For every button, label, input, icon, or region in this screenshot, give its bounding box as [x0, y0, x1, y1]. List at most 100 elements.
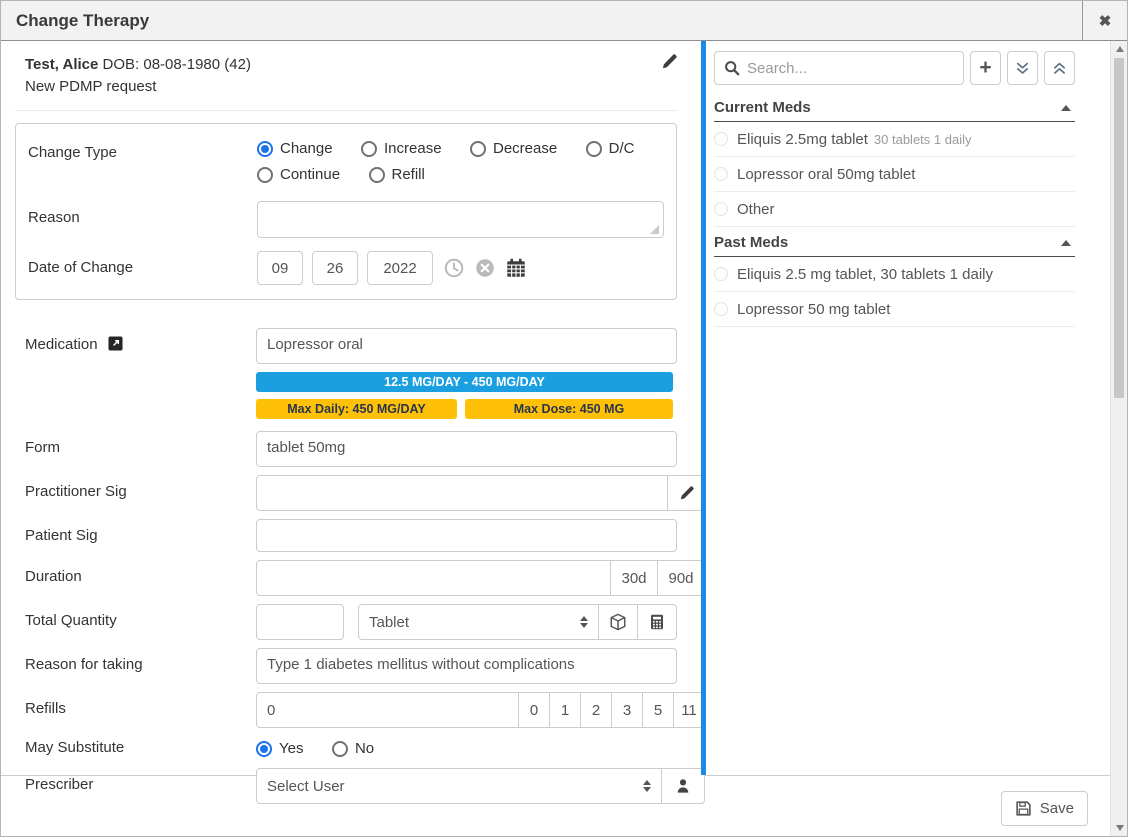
- search-box[interactable]: [714, 51, 964, 85]
- total-quantity-input[interactable]: [256, 604, 344, 640]
- radio-increase[interactable]: Increase: [361, 136, 442, 162]
- duration-label: Duration: [25, 560, 256, 585]
- patient-sig-label: Patient Sig: [25, 519, 256, 544]
- section-header-current-meds[interactable]: Current Meds: [714, 92, 1075, 122]
- med-item-other[interactable]: Other: [714, 192, 1075, 227]
- new-pdmp-request-link[interactable]: New PDMP request: [25, 76, 251, 98]
- med-radio-icon: [714, 167, 728, 181]
- refills-label: Refills: [25, 692, 256, 717]
- reason-for-taking-textarea[interactable]: Type 1 diabetes mellitus without complic…: [256, 648, 677, 684]
- sidebar-toolbar: +: [714, 51, 1091, 85]
- radio-dc[interactable]: D/C: [586, 136, 635, 162]
- duration-input[interactable]: [256, 560, 611, 596]
- prescriber-label: Prescriber: [25, 768, 256, 793]
- radio-continue[interactable]: Continue: [257, 162, 340, 188]
- med-radio-icon: [714, 132, 728, 146]
- caret-down-icon: [1116, 825, 1124, 831]
- vertical-scrollbar[interactable]: [1110, 41, 1127, 836]
- date-year-input[interactable]: [367, 251, 433, 285]
- radio-substitute-no[interactable]: No: [332, 736, 374, 762]
- caret-up-icon: [1061, 240, 1071, 246]
- date-of-change-row: Date of Change: [28, 251, 664, 285]
- quantity-unit-value: Tablet: [369, 614, 409, 631]
- reason-row: Reason: [28, 201, 664, 238]
- radio-continue-icon: [257, 167, 273, 183]
- collapse-all-button[interactable]: [1044, 51, 1075, 85]
- chevron-double-up-icon: [1052, 61, 1067, 76]
- scroll-down-arrow[interactable]: [1111, 820, 1128, 836]
- total-quantity-label: Total Quantity: [25, 604, 256, 629]
- prescriber-select[interactable]: Select User: [256, 768, 662, 804]
- section-header-past-meds[interactable]: Past Meds: [714, 227, 1075, 257]
- med-item-eliquis-current[interactable]: Eliquis 2.5mg tablet 30 tablets 1 daily: [714, 122, 1075, 157]
- quantity-unit-select[interactable]: Tablet: [358, 604, 599, 640]
- radio-no-icon: [332, 741, 348, 757]
- radio-substitute-yes[interactable]: Yes: [256, 736, 303, 762]
- medication-textarea[interactable]: Lopressor oral: [256, 328, 677, 364]
- calculate-quantity-button[interactable]: [637, 604, 677, 640]
- practitioner-sig-label: Practitioner Sig: [25, 475, 256, 500]
- calendar-icon[interactable]: [506, 258, 526, 278]
- duration-90d-button[interactable]: 90d: [657, 560, 705, 596]
- scrollbar-thumb[interactable]: [1114, 58, 1124, 398]
- refills-0-button[interactable]: 0: [518, 692, 550, 728]
- search-input[interactable]: [747, 60, 954, 77]
- reason-for-taking-label: Reason for taking: [25, 648, 256, 673]
- dispense-unit-button[interactable]: [598, 604, 638, 640]
- date-day-input[interactable]: [312, 251, 358, 285]
- radio-refill-icon: [369, 167, 385, 183]
- radio-refill[interactable]: Refill: [369, 162, 425, 188]
- radio-yes-icon: [256, 741, 272, 757]
- refills-1-button[interactable]: 1: [549, 692, 581, 728]
- prescription-form: Test, Alice DOB: 08-08-1980 (42) New PDM…: [1, 41, 701, 775]
- medication-row: Medication Lopressor oral: [15, 328, 705, 364]
- patient-sig-input[interactable]: [256, 519, 677, 552]
- change-therapy-dialog: Change Therapy ✖ Test, Alice DOB: 08-08-…: [0, 0, 1128, 837]
- edit-patient-pencil-icon[interactable]: [661, 54, 677, 70]
- external-link-square-icon[interactable]: [108, 336, 123, 351]
- plus-icon: +: [979, 57, 991, 78]
- edit-sig-button[interactable]: [667, 475, 705, 511]
- form-textarea[interactable]: tablet 50mg: [256, 431, 677, 467]
- form-row: Form tablet 50mg: [15, 431, 705, 467]
- section-title: Past Meds: [714, 234, 788, 251]
- select-self-user-button[interactable]: [661, 768, 705, 804]
- scroll-up-arrow[interactable]: [1111, 41, 1128, 57]
- resize-grip[interactable]: [650, 225, 659, 234]
- meds-sidebar: + Current Meds Eliquis 2.5mg ta: [701, 41, 1091, 775]
- divider: [15, 110, 677, 111]
- patient-name: Test, Alice: [25, 56, 98, 73]
- reason-for-taking-row: Reason for taking Type 1 diabetes mellit…: [15, 648, 705, 684]
- patient-dob: DOB: 08-08-1980 (42): [103, 56, 251, 73]
- may-substitute-label: May Substitute: [25, 736, 256, 756]
- dialog-title: Change Therapy: [1, 11, 149, 31]
- add-med-button[interactable]: +: [970, 51, 1001, 85]
- expand-all-button[interactable]: [1007, 51, 1038, 85]
- date-month-input[interactable]: [257, 251, 303, 285]
- radio-decrease[interactable]: Decrease: [470, 136, 557, 162]
- clock-icon[interactable]: [444, 258, 464, 278]
- refills-row: Refills 0 1 2 3 5 11: [15, 692, 705, 728]
- date-of-change-label: Date of Change: [28, 251, 257, 276]
- clear-date-icon[interactable]: [475, 258, 495, 278]
- med-item-eliquis-past[interactable]: Eliquis 2.5 mg tablet, 30 tablets 1 dail…: [714, 257, 1075, 292]
- reason-textarea[interactable]: [257, 201, 664, 238]
- refills-2-button[interactable]: 2: [580, 692, 612, 728]
- practitioner-sig-textarea[interactable]: [256, 475, 668, 511]
- med-item-lopressor-current[interactable]: Lopressor oral 50mg tablet: [714, 157, 1075, 192]
- refills-input[interactable]: [256, 692, 519, 728]
- radio-decrease-icon: [470, 141, 486, 157]
- dose-badges-row: 12.5 MG/DAY - 450 MG/DAY Max Daily: 450 …: [15, 372, 705, 419]
- close-button[interactable]: ✖: [1082, 1, 1127, 40]
- med-item-lopressor-past[interactable]: Lopressor 50 mg tablet: [714, 292, 1075, 327]
- refills-3-button[interactable]: 3: [611, 692, 643, 728]
- save-button[interactable]: Save: [1001, 791, 1088, 826]
- refills-5-button[interactable]: 5: [642, 692, 674, 728]
- duration-30d-button[interactable]: 30d: [610, 560, 658, 596]
- med-radio-icon: [714, 267, 728, 281]
- caret-up-icon: [1061, 105, 1071, 111]
- cube-icon: [609, 613, 627, 631]
- calculator-icon: [649, 614, 665, 630]
- max-dose-badge: Max Dose: 450 MG: [465, 399, 673, 419]
- radio-change[interactable]: Change: [257, 136, 333, 162]
